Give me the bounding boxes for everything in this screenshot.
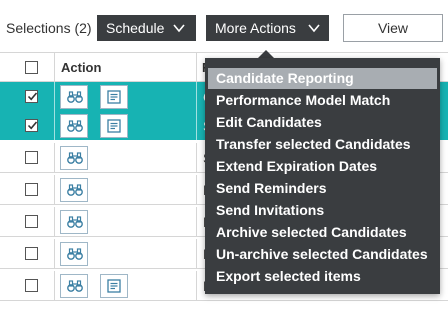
row-checkbox[interactable] xyxy=(25,90,38,103)
menu-item-archive-selected-candidates[interactable]: Archive selected Candidates xyxy=(208,222,437,243)
row-checkbox[interactable] xyxy=(25,183,38,196)
row-checkbox[interactable] xyxy=(25,215,38,228)
menu-pointer xyxy=(258,50,274,58)
chevron-down-icon xyxy=(308,24,320,33)
column-divider xyxy=(54,111,55,140)
more-actions-menu: Candidate Reporting Performance Model Ma… xyxy=(205,58,440,294)
menu-item-extend-expiration-dates[interactable]: Extend Expiration Dates xyxy=(208,156,437,177)
schedule-button[interactable]: Schedule xyxy=(97,15,196,41)
notes-button[interactable] xyxy=(100,274,128,298)
view-candidate-button[interactable] xyxy=(60,242,88,266)
view-candidate-button[interactable] xyxy=(60,178,88,202)
column-divider xyxy=(54,239,55,268)
column-divider xyxy=(196,53,197,81)
column-divider xyxy=(196,111,197,140)
column-divider xyxy=(54,271,55,300)
view-candidate-button[interactable] xyxy=(60,114,88,138)
row-checkbox[interactable] xyxy=(25,119,38,132)
menu-item-performance-model-match[interactable]: Performance Model Match xyxy=(208,90,437,111)
column-divider xyxy=(196,239,197,268)
schedule-button-label: Schedule xyxy=(106,20,165,36)
more-actions-button-label: More Actions xyxy=(215,20,296,36)
notes-button[interactable] xyxy=(100,114,128,138)
column-divider xyxy=(54,53,55,81)
row-checkbox[interactable] xyxy=(25,151,38,164)
row-checkbox[interactable] xyxy=(25,279,38,292)
menu-item-transfer-selected-candidates[interactable]: Transfer selected Candidates xyxy=(208,134,437,155)
menu-item-candidate-reporting[interactable]: Candidate Reporting xyxy=(208,68,437,89)
view-button-label: View xyxy=(377,20,409,36)
toolbar: Selections (2) Schedule More Actions Vie… xyxy=(0,0,448,56)
selections-count-label: Selections (2) xyxy=(6,20,92,36)
notes-button[interactable] xyxy=(100,85,128,109)
view-candidate-button[interactable] xyxy=(60,146,88,170)
select-all-checkbox[interactable] xyxy=(25,61,38,74)
column-divider xyxy=(54,175,55,204)
column-divider xyxy=(54,207,55,236)
view-candidate-button[interactable] xyxy=(60,210,88,234)
menu-item-unarchive-selected-candidates[interactable]: Un-archive selected Candidates xyxy=(208,244,437,265)
menu-item-send-reminders[interactable]: Send Reminders xyxy=(208,178,437,199)
column-divider xyxy=(196,175,197,204)
column-divider xyxy=(196,82,197,111)
view-candidate-button[interactable] xyxy=(60,274,88,298)
column-header-action: Action xyxy=(61,60,102,75)
menu-item-send-invitations[interactable]: Send Invitations xyxy=(208,200,437,221)
view-candidate-button[interactable] xyxy=(60,85,88,109)
column-divider xyxy=(196,271,197,300)
column-divider xyxy=(54,82,55,111)
chevron-down-icon xyxy=(173,24,185,33)
more-actions-button[interactable]: More Actions xyxy=(206,15,329,41)
row-checkbox[interactable] xyxy=(25,247,38,260)
view-button[interactable]: View xyxy=(343,14,443,42)
column-divider xyxy=(196,207,197,236)
column-divider xyxy=(54,143,55,172)
menu-item-export-selected-items[interactable]: Export selected items xyxy=(208,266,437,287)
menu-item-edit-candidates[interactable]: Edit Candidates xyxy=(208,112,437,133)
column-divider xyxy=(196,143,197,172)
